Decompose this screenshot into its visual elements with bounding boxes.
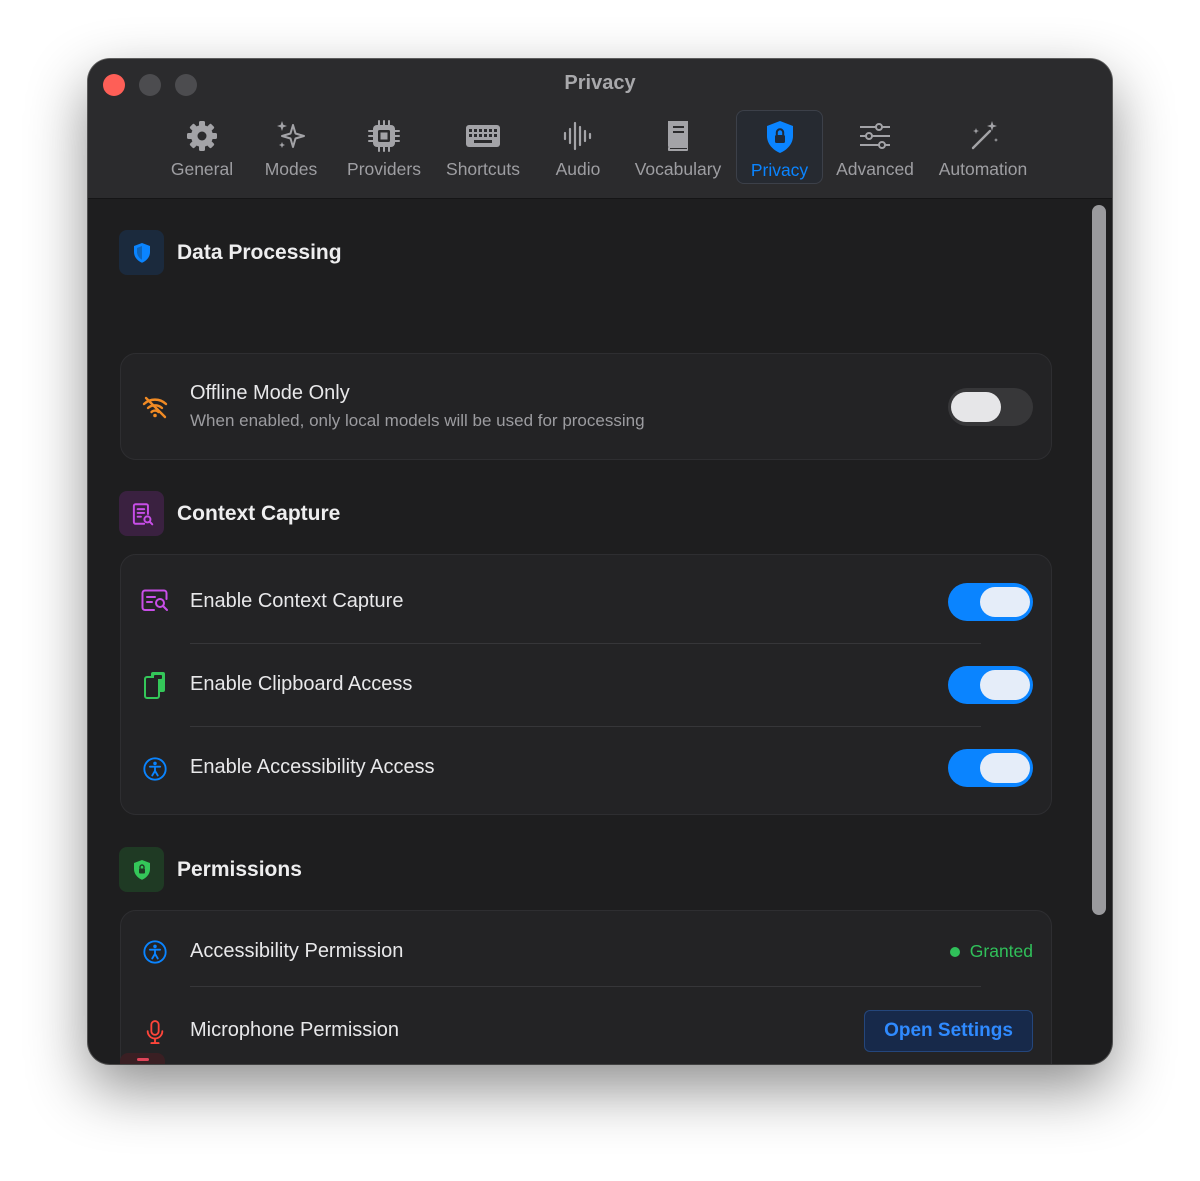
- shield-lock-icon: [766, 121, 793, 153]
- microphone-icon: [139, 1017, 171, 1049]
- offline-mode-toggle[interactable]: [948, 388, 1033, 426]
- accessibility-access-toggle[interactable]: [948, 749, 1033, 787]
- data-processing-card: Offline Mode Only When enabled, only loc…: [120, 353, 1052, 460]
- cpu-chip-icon: [368, 120, 400, 152]
- next-section-icon: [120, 1053, 165, 1064]
- tab-vocabulary[interactable]: Vocabulary: [630, 110, 726, 184]
- sparkles-icon: [277, 121, 305, 148]
- tab-general[interactable]: General: [165, 110, 239, 184]
- microphone-permission-row: Microphone Permission Open Settings: [121, 987, 1051, 1064]
- tab-shortcuts[interactable]: Shortcuts: [441, 110, 525, 184]
- tab-shortcuts-label: Shortcuts: [446, 159, 520, 179]
- section-title: Data Processing: [177, 240, 342, 264]
- clipboard-access-row: Enable Clipboard Access: [121, 643, 1051, 727]
- magic-wand-icon: [971, 121, 998, 150]
- tab-automation[interactable]: Automation: [931, 110, 1035, 184]
- tab-automation-label: Automation: [938, 159, 1028, 179]
- context-capture-row: Enable Context Capture: [121, 555, 1051, 644]
- accessibility-permission-row: Accessibility Permission Granted: [121, 911, 1051, 987]
- clipboard-icon: [139, 669, 171, 701]
- document-search-icon: [119, 491, 164, 536]
- accessibility-icon: [139, 936, 171, 968]
- clipboard-access-title: Enable Clipboard Access: [190, 673, 413, 695]
- offline-mode-row: Offline Mode Only When enabled, only loc…: [121, 354, 1051, 461]
- keyboard-icon: [466, 125, 500, 147]
- context-capture-card: Enable Context Capture Enable Clipboard …: [120, 554, 1052, 815]
- permissions-card: Accessibility Permission Granted Microph…: [120, 910, 1052, 1064]
- open-settings-button[interactable]: Open Settings: [864, 1010, 1033, 1052]
- section-data-processing-header: Data Processing: [119, 230, 342, 275]
- offline-mode-title: Offline Mode Only: [190, 382, 350, 404]
- tab-audio-label: Audio: [555, 159, 601, 179]
- clipboard-access-toggle[interactable]: [948, 666, 1033, 704]
- offline-mode-subtitle: When enabled, only local models will be …: [190, 411, 645, 430]
- section-title: Permissions: [177, 857, 302, 881]
- accessibility-icon: [139, 753, 171, 785]
- tab-general-label: General: [170, 159, 234, 179]
- tab-providers-label: Providers: [347, 159, 421, 179]
- book-icon: [667, 121, 688, 151]
- tab-advanced[interactable]: Advanced: [833, 110, 917, 184]
- settings-window: Privacy General Modes Providers Shortcut…: [88, 59, 1112, 1064]
- text-search-icon: [139, 585, 171, 617]
- accessibility-access-title: Enable Accessibility Access: [190, 756, 435, 778]
- sliders-icon: [860, 123, 890, 149]
- status-dot: [949, 946, 960, 957]
- context-capture-toggle[interactable]: [948, 583, 1033, 621]
- shield-icon: [119, 230, 164, 275]
- tab-providers[interactable]: Providers: [342, 110, 426, 184]
- accessibility-permission-title: Accessibility Permission: [190, 940, 404, 962]
- section-title: Context Capture: [177, 501, 341, 525]
- tab-advanced-label: Advanced: [836, 159, 914, 179]
- tab-vocabulary-label: Vocabulary: [634, 159, 722, 179]
- tab-modes[interactable]: Modes: [259, 110, 323, 184]
- wifi-slash-icon: [139, 391, 171, 423]
- section-context-capture-header: Context Capture: [119, 491, 340, 536]
- settings-content: Data Processing Offline Mode Only When e…: [88, 199, 1112, 1064]
- tab-audio[interactable]: Audio: [545, 110, 611, 184]
- status-text: Granted: [969, 941, 1033, 961]
- section-permissions-header: Permissions: [119, 847, 302, 892]
- titlebar: Privacy General Modes Providers Shortcut…: [88, 59, 1112, 199]
- window-title: Privacy: [564, 72, 636, 94]
- accessibility-access-row: Enable Accessibility Access: [121, 727, 1051, 815]
- status-badge: Granted: [949, 941, 1033, 962]
- gear-icon: [187, 121, 217, 151]
- microphone-permission-title: Microphone Permission: [190, 1019, 399, 1041]
- tab-privacy-label: Privacy: [750, 160, 809, 180]
- waveform-icon: [563, 121, 592, 151]
- tab-modes-label: Modes: [264, 159, 318, 179]
- lock-shield-icon: [119, 847, 164, 892]
- tab-privacy[interactable]: Privacy: [736, 110, 823, 184]
- context-capture-title: Enable Context Capture: [190, 590, 404, 612]
- scrollbar[interactable]: [1092, 205, 1106, 915]
